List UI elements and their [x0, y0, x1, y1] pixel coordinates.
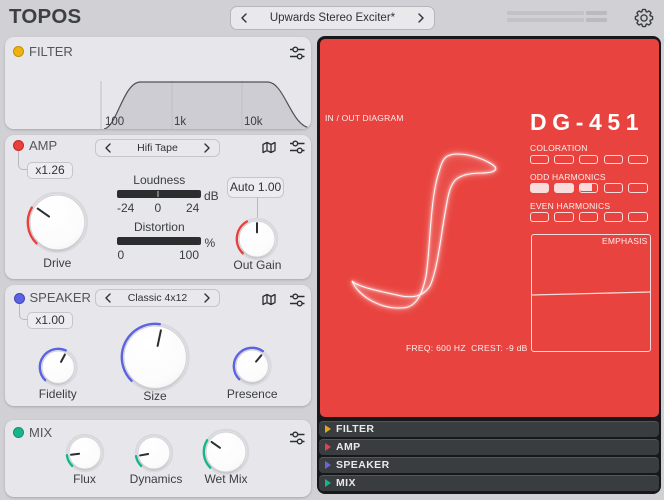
svg-text:10k: 10k	[244, 116, 263, 128]
svg-text:1k: 1k	[174, 116, 186, 128]
svg-text:100: 100	[105, 116, 124, 128]
